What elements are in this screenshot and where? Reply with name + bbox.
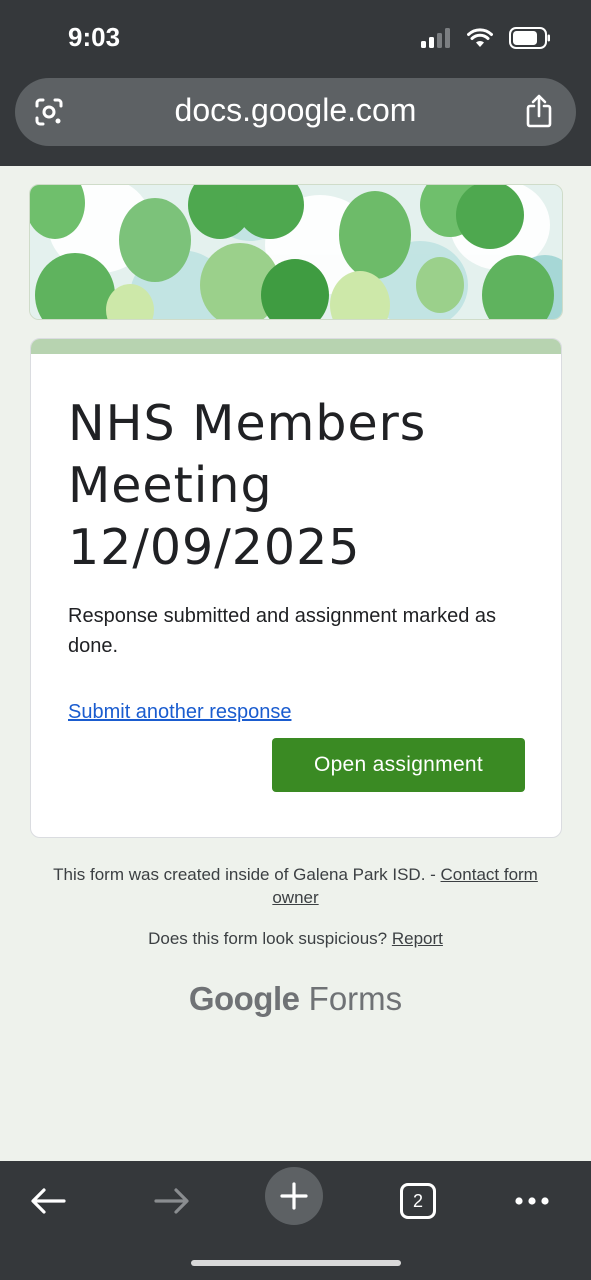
report-link[interactable]: Report	[392, 929, 443, 948]
battery-icon	[509, 27, 550, 49]
card-accent-bar	[31, 339, 561, 354]
form-title-line: NHS Members	[68, 395, 427, 452]
submit-another-response-link[interactable]: Submit another response	[68, 701, 291, 724]
suspicious-note: Does this form look suspicious? Report	[40, 927, 551, 950]
browser-top-chrome: 9:03 docs.google.com	[0, 0, 591, 166]
tab-switcher-icon: 2	[400, 1183, 436, 1219]
status-icons	[421, 27, 551, 49]
signal-icon	[421, 28, 450, 48]
back-button[interactable]	[18, 1171, 78, 1231]
open-assignment-button[interactable]: Open assignment	[272, 738, 525, 792]
url-bar[interactable]: docs.google.com	[15, 78, 576, 146]
form-title-line: 12/09/2025	[68, 519, 361, 576]
confirmation-message: Response submitted and assignment marked…	[68, 605, 497, 657]
back-arrow-icon	[31, 1188, 66, 1214]
form-header-banner	[29, 184, 563, 320]
forward-button[interactable]	[142, 1171, 202, 1231]
google-wordmark: Google	[188, 980, 300, 1017]
google-forms-logo[interactable]: Google Forms	[0, 980, 591, 1018]
url-text[interactable]: docs.google.com	[15, 92, 576, 129]
form-origin-text: This form was created inside of Galena P…	[53, 865, 441, 884]
more-icon	[515, 1197, 549, 1205]
suspicious-text: Does this form look suspicious?	[148, 929, 392, 948]
tab-switcher-button[interactable]: 2	[388, 1171, 448, 1231]
form-title: NHS Members Meeting 12/09/2025	[68, 393, 508, 579]
balloons-banner-image	[30, 185, 562, 319]
plus-icon	[280, 1182, 308, 1210]
more-menu-button[interactable]	[502, 1171, 562, 1231]
forms-wordmark: Forms	[308, 980, 403, 1017]
home-indicator[interactable]	[191, 1260, 401, 1266]
wifi-icon	[467, 28, 493, 47]
status-time: 9:03	[68, 22, 121, 52]
form-title-line: Meeting	[68, 457, 273, 514]
new-tab-button[interactable]	[265, 1167, 323, 1225]
tab-count: 2	[412, 1190, 423, 1211]
form-origin-note: This form was created inside of Galena P…	[40, 863, 551, 909]
forward-arrow-icon	[154, 1188, 189, 1214]
share-icon[interactable]	[524, 94, 554, 128]
form-confirmation-card: NHS Members Meeting 12/09/2025 Response …	[30, 338, 562, 838]
